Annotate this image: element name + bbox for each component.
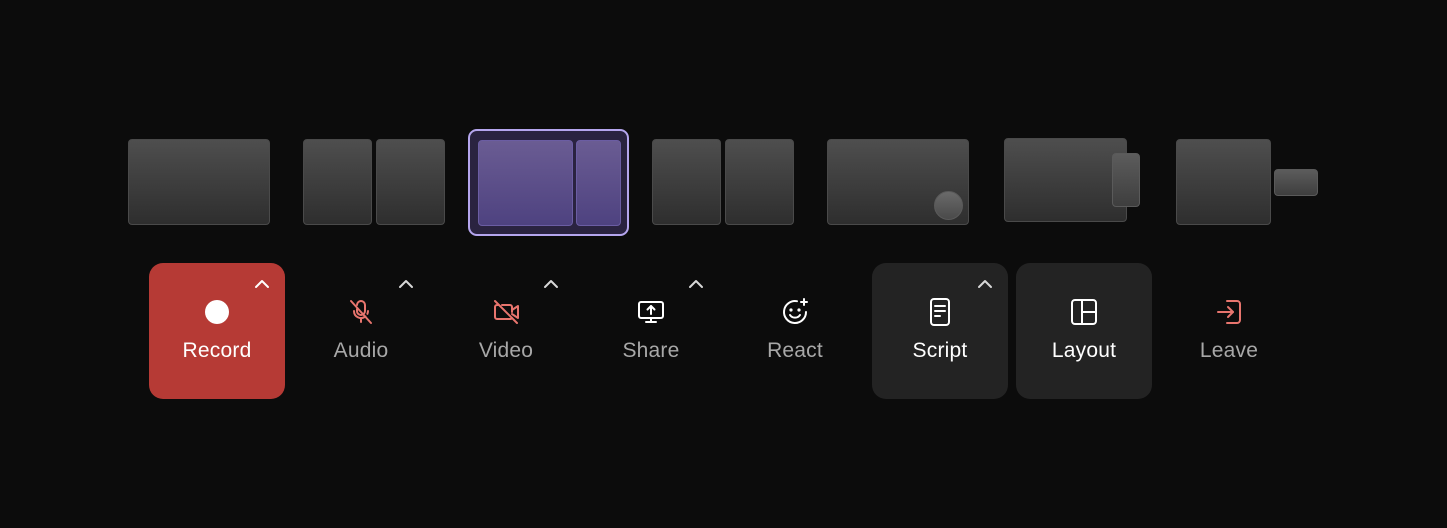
video-button[interactable]: Video [438, 263, 574, 399]
tile-with-side-panel-layout-icon [1004, 138, 1127, 222]
record-label: Record [182, 339, 252, 362]
layout-option-side-panel[interactable] [1004, 138, 1142, 222]
tile-small [576, 140, 621, 226]
exit-icon [1213, 296, 1245, 328]
script-button[interactable]: Script [872, 263, 1008, 399]
screen-share-icon [635, 296, 667, 328]
layout-button[interactable]: Layout [1016, 263, 1152, 399]
layout-label: Layout [1051, 339, 1117, 362]
react-label: React [767, 339, 823, 362]
mini-tile [1274, 169, 1318, 196]
record-menu-chevron-up-icon[interactable] [253, 277, 271, 291]
leave-button[interactable]: Leave [1161, 263, 1297, 399]
script-label: Script [912, 339, 968, 362]
audio-button[interactable]: Audio [293, 263, 429, 399]
share-menu-chevron-up-icon[interactable] [687, 277, 705, 291]
tile-right [725, 139, 794, 225]
share-label: Share [622, 339, 680, 362]
layout-option-large-small[interactable] [468, 129, 629, 236]
large-small-tiles-layout-icon [478, 140, 573, 226]
layout-grid-icon [1068, 296, 1100, 328]
side-panel [1112, 153, 1140, 207]
layout-option-split-2[interactable] [652, 139, 794, 225]
video-label: Video [478, 339, 534, 362]
circle-overlay [934, 191, 963, 220]
share-button[interactable]: Share [583, 263, 719, 399]
script-menu-chevron-up-icon[interactable] [976, 277, 994, 291]
layout-option-split[interactable] [303, 139, 445, 225]
layout-picker [0, 0, 1447, 250]
audio-label: Audio [333, 339, 389, 362]
single-tile-layout-icon [128, 139, 270, 225]
two-equal-tiles-layout-icon [652, 139, 721, 225]
tile-right [376, 139, 445, 225]
microphone-off-icon [345, 296, 377, 328]
record-dot-icon [201, 296, 233, 328]
layout-option-single[interactable] [128, 139, 270, 225]
tile-with-mini-tile-layout-icon [1176, 139, 1271, 225]
emoji-plus-icon [779, 296, 811, 328]
document-icon [924, 296, 956, 328]
video-menu-chevron-up-icon[interactable] [542, 277, 560, 291]
record-button[interactable]: Record [149, 263, 285, 399]
audio-menu-chevron-up-icon[interactable] [397, 277, 415, 291]
layout-option-mini-tile[interactable] [1176, 139, 1318, 225]
recording-studio: Record Audio Video Share React Script La… [0, 0, 1447, 528]
layout-option-circle-overlay[interactable] [827, 139, 969, 225]
camera-off-icon [490, 296, 522, 328]
two-equal-tiles-layout-icon [303, 139, 372, 225]
react-button[interactable]: React [727, 263, 863, 399]
leave-label: Leave [1199, 339, 1259, 362]
